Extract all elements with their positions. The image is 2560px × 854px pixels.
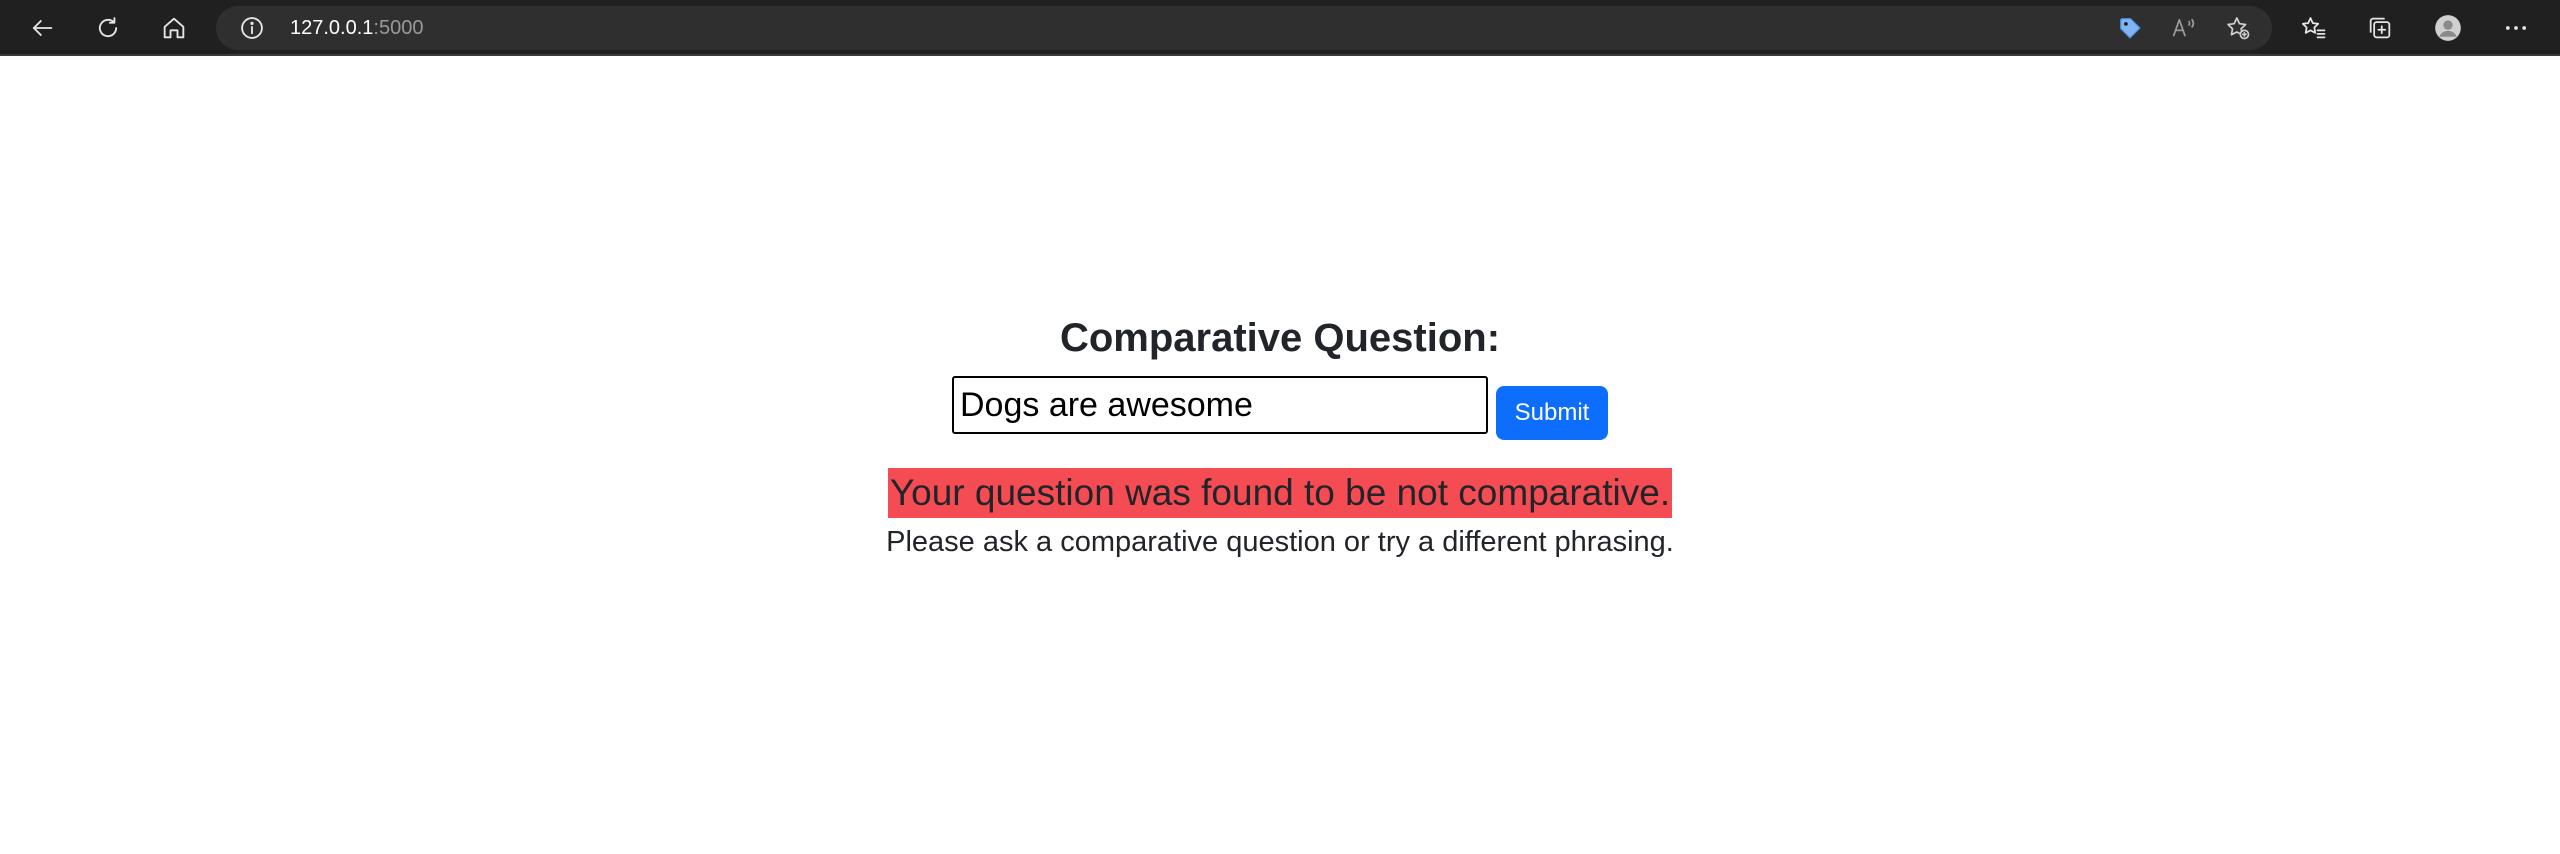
favorites-icon bbox=[2301, 17, 2326, 39]
submit-button[interactable]: Submit bbox=[1496, 386, 1608, 440]
back-button[interactable] bbox=[22, 8, 62, 48]
collections-icon bbox=[2369, 17, 2391, 39]
profile-avatar-icon bbox=[2435, 15, 2461, 41]
question-input[interactable] bbox=[952, 376, 1488, 434]
url-port: :5000 bbox=[373, 17, 424, 39]
shopping-tag-icon bbox=[2120, 18, 2141, 39]
refresh-button[interactable] bbox=[88, 8, 128, 48]
home-icon bbox=[163, 17, 185, 39]
address-bar[interactable]: 127.0.0.1:5000 bbox=[216, 6, 2272, 50]
error-message: Your question was found to be not compar… bbox=[887, 468, 1673, 518]
browser-toolbar: 127.0.0.1:5000 bbox=[0, 0, 2560, 56]
profile-button[interactable] bbox=[2428, 8, 2468, 48]
help-text: Please ask a comparative question or try… bbox=[886, 526, 1674, 558]
collections-button[interactable] bbox=[2360, 8, 2400, 48]
url-text[interactable]: 127.0.0.1:5000 bbox=[290, 17, 423, 39]
error-alert: Your question was found to be not compar… bbox=[0, 468, 2560, 518]
add-favorite-button[interactable] bbox=[2224, 14, 2252, 42]
favorites-button[interactable] bbox=[2294, 8, 2334, 48]
add-favorite-icon bbox=[2227, 17, 2250, 40]
page-title: Comparative Question: bbox=[1059, 316, 1501, 360]
home-button[interactable] bbox=[154, 8, 194, 48]
more-options-button[interactable] bbox=[2496, 8, 2536, 48]
refresh-icon bbox=[98, 17, 118, 38]
read-aloud-icon bbox=[2172, 18, 2195, 37]
page-content: Comparative Question: Submit Your questi… bbox=[0, 56, 2560, 854]
shopping-button[interactable] bbox=[2116, 14, 2144, 42]
read-aloud-button[interactable] bbox=[2170, 14, 2198, 42]
more-options-icon bbox=[2505, 26, 2527, 30]
url-host: 127.0.0.1 bbox=[290, 17, 374, 39]
info-icon[interactable] bbox=[238, 14, 266, 42]
back-arrow-icon bbox=[32, 20, 53, 36]
